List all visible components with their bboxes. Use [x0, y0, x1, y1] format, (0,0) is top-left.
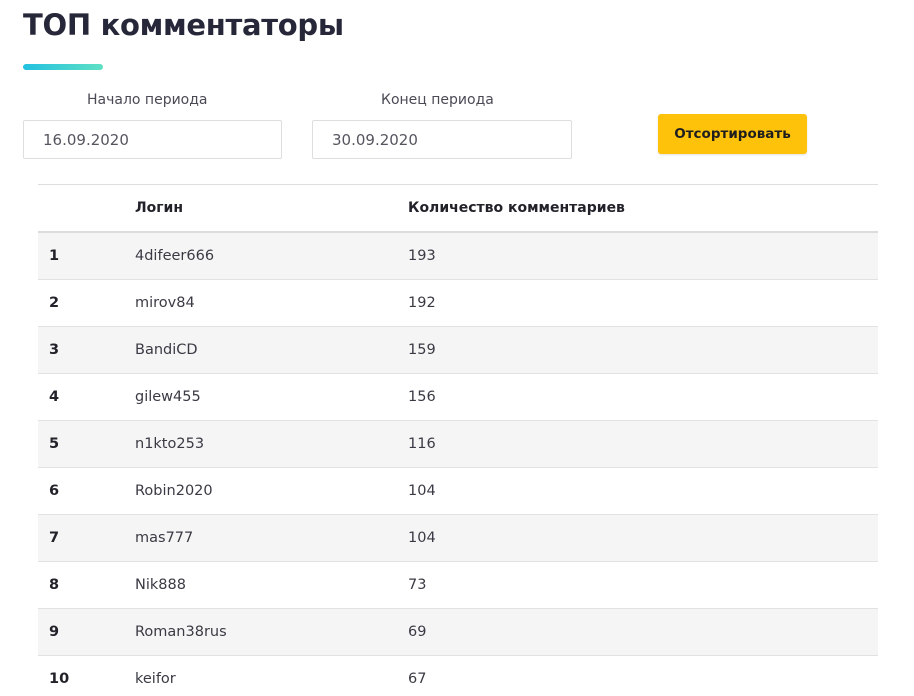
- page: ТОП комментаторы Начало периода Конец пе…: [0, 0, 914, 696]
- title-underline: [23, 64, 103, 70]
- row-login: mirov84: [135, 295, 195, 311]
- page-title: ТОП комментаторы: [23, 8, 344, 42]
- row-login: 4difeer666: [135, 248, 215, 264]
- row-login: Roman38rus: [135, 624, 227, 640]
- row-login: gilew455: [135, 389, 201, 405]
- table-row: 2 mirov84 192: [38, 280, 878, 327]
- row-login: n1kto253: [135, 436, 205, 452]
- row-count: 192: [408, 295, 436, 311]
- row-rank: 5: [49, 436, 60, 452]
- row-count: 156: [408, 389, 436, 405]
- row-login: Nik888: [135, 577, 186, 593]
- row-rank: 6: [49, 483, 60, 499]
- row-login: BandiCD: [135, 342, 198, 358]
- row-login: mas777: [135, 530, 194, 546]
- row-count: 116: [408, 436, 436, 452]
- table-row: 7 mas777 104: [38, 515, 878, 562]
- table-row: 6 Robin2020 104: [38, 468, 878, 515]
- row-count: 159: [408, 342, 436, 358]
- row-login: Robin2020: [135, 483, 213, 499]
- row-rank: 4: [49, 389, 60, 405]
- row-rank: 9: [49, 624, 60, 640]
- row-count: 73: [408, 577, 427, 593]
- end-date-input[interactable]: [312, 120, 572, 159]
- row-rank: 2: [49, 295, 60, 311]
- row-count: 69: [408, 624, 427, 640]
- row-login: keifor: [135, 671, 176, 687]
- row-rank: 1: [49, 248, 60, 264]
- table-row: 5 n1kto253 116: [38, 421, 878, 468]
- end-date-label: Конец периода: [381, 92, 494, 108]
- table-row: 4 gilew455 156: [38, 374, 878, 421]
- header-login: Логин: [135, 200, 184, 216]
- table-row: 8 Nik888 73: [38, 562, 878, 609]
- row-rank: 10: [49, 671, 70, 687]
- row-rank: 7: [49, 530, 60, 546]
- top-commenters-table: Логин Количество комментариев 1 4difeer6…: [38, 184, 878, 696]
- row-count: 104: [408, 483, 436, 499]
- row-rank: 8: [49, 577, 60, 593]
- row-rank: 3: [49, 342, 60, 358]
- start-date-label: Начало периода: [87, 92, 208, 108]
- table-row: 10 keifor 67: [38, 656, 878, 696]
- header-count: Количество комментариев: [408, 200, 625, 216]
- table-row: 3 BandiCD 159: [38, 327, 878, 374]
- table-row: 9 Roman38rus 69: [38, 609, 878, 656]
- sort-button[interactable]: Отсортировать: [658, 114, 807, 154]
- start-date-input[interactable]: [23, 120, 282, 159]
- row-count: 104: [408, 530, 436, 546]
- table-header-row: Логин Количество комментариев: [38, 185, 878, 233]
- table-row: 1 4difeer666 193: [38, 233, 878, 280]
- row-count: 67: [408, 671, 427, 687]
- row-count: 193: [408, 248, 436, 264]
